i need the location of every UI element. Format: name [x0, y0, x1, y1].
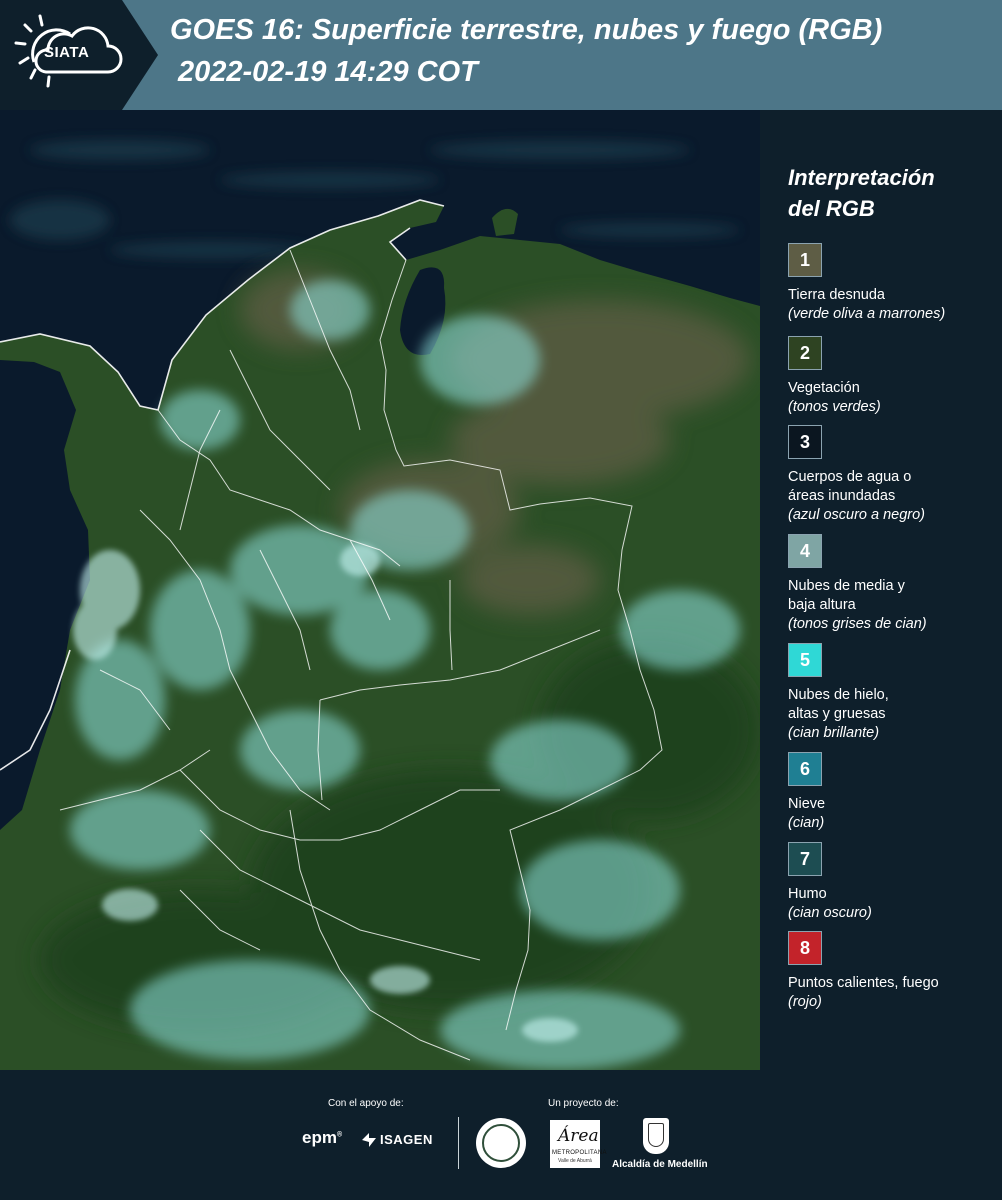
timestamp: 2022-02-19 14:29 COT — [178, 56, 478, 88]
legend-description: (tonos grises de cian) — [788, 616, 927, 632]
legend-swatch: 6 — [788, 752, 822, 786]
legend-label: altas y gruesas — [788, 706, 886, 722]
legend-label: Nubes de hielo, — [788, 687, 889, 703]
legend-description: (cian oscuro) — [788, 905, 872, 921]
legend-label: Cuerpos de agua o — [788, 469, 912, 485]
area-logo-metro: METROPOLITANA — [552, 1150, 607, 1156]
legend-label: Nubes de media y — [788, 578, 905, 594]
legend-description: (azul oscuro a negro) — [788, 507, 926, 523]
legend-description: (verde oliva a marrones) — [788, 306, 946, 322]
header-banner: SIATA GOES 16: Superficie terrestre, nub… — [0, 0, 1002, 110]
legend-item-ice-clouds: 5 Nubes de hielo, altas y gruesas (cian … — [788, 643, 998, 743]
footer-sponsors: Con el apoyo de: Un proyecto de: epm® IS… — [0, 1070, 1002, 1200]
medellin-logo-text[interactable]: Alcaldía de Medellín — [612, 1159, 708, 1170]
siata-logo[interactable]: SIATA — [0, 0, 158, 110]
legend-label: baja altura — [788, 597, 856, 613]
epm-logo[interactable]: epm® — [302, 1128, 342, 1148]
page-title: GOES 16: Superficie terrestre, nubes y f… — [170, 14, 883, 46]
medellin-shield-icon[interactable] — [643, 1118, 669, 1154]
epm-logo-text: epm — [302, 1128, 337, 1147]
legend-label: Tierra desnuda — [788, 287, 885, 303]
legend-label: Puntos calientes, fuego — [788, 975, 939, 991]
legend-item-smoke: 7 Humo (cian oscuro) — [788, 842, 998, 923]
legend-swatch: 3 — [788, 425, 822, 459]
legend-swatch: 8 — [788, 931, 822, 965]
legend-label: Humo — [788, 886, 827, 902]
support-label: Con el apoyo de: — [328, 1098, 404, 1109]
legend-swatch: 2 — [788, 336, 822, 370]
legend-swatch: 5 — [788, 643, 822, 677]
isagen-logo-icon — [362, 1133, 376, 1147]
legend-item-mid-low-clouds: 4 Nubes de media y baja altura (tonos gr… — [788, 534, 998, 634]
legend-item-water: 3 Cuerpos de agua o áreas inundadas (azu… — [788, 425, 998, 525]
legend-item-snow: 6 Nieve (cian) — [788, 752, 998, 833]
legend-description: (cian brillante) — [788, 725, 880, 741]
satellite-image — [0, 110, 760, 1070]
siata-logo-text: SIATA — [44, 44, 90, 61]
legend-description: (tonos verdes) — [788, 399, 881, 415]
university-seal-icon[interactable] — [476, 1118, 526, 1168]
legend-item-vegetation: 2 Vegetación (tonos verdes) — [788, 336, 998, 417]
legend-description: (rojo) — [788, 994, 822, 1010]
legend-item-fire: 8 Puntos calientes, fuego (rojo) — [788, 931, 998, 1012]
area-logo-valle: Valle de Aburrá — [558, 1158, 592, 1164]
legend-swatch: 4 — [788, 534, 822, 568]
isagen-logo[interactable]: ISAGEN — [380, 1132, 433, 1147]
area-metropolitana-logo[interactable]: Área METROPOLITANA Valle de Aburrá — [550, 1120, 606, 1168]
satellite-rgb-map[interactable] — [0, 110, 760, 1070]
project-label: Un proyecto de: — [548, 1098, 619, 1109]
legend-swatch: 1 — [788, 243, 822, 277]
legend-label: Nieve — [788, 796, 826, 812]
legend-label: áreas inundadas — [788, 488, 896, 504]
legend-title: Interpretación del RGB — [788, 165, 935, 221]
footer-divider — [458, 1117, 459, 1169]
legend-label: Vegetación — [788, 380, 860, 396]
legend-item-bare-land: 1 Tierra desnuda (verde oliva a marrones… — [788, 243, 998, 324]
rgb-legend: Interpretación del RGB 1 Tierra desnuda … — [760, 110, 1002, 1070]
area-logo-script: Área — [558, 1126, 599, 1146]
legend-swatch: 7 — [788, 842, 822, 876]
legend-description: (cian) — [788, 815, 825, 831]
